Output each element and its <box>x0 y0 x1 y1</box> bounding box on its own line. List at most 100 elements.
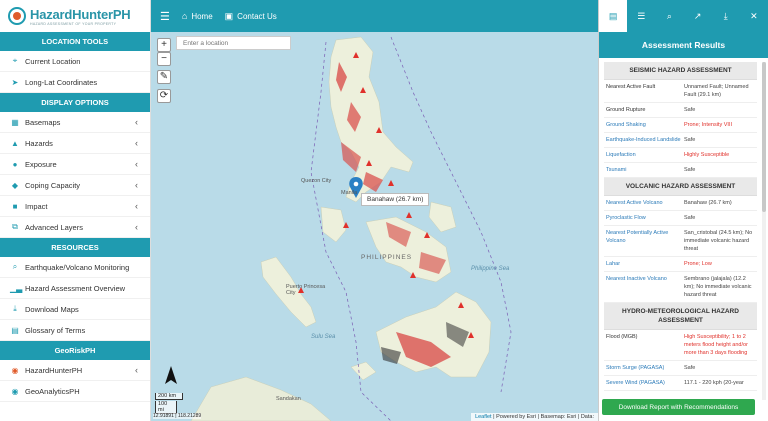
chart-icon: ↗ <box>693 10 702 21</box>
result-row: Nearest Active Volcano Banahaw (26.7 km) <box>604 196 757 211</box>
ruler-icon: ✎ <box>159 71 169 82</box>
result-label[interactable]: Lahar <box>606 260 684 268</box>
coping-icon: ◆ <box>11 180 19 190</box>
sidebar-item-label: Coping Capacity <box>25 180 81 190</box>
refresh-button[interactable]: ⟳ <box>157 89 171 103</box>
tab-download[interactable]: ⤓ <box>712 0 740 32</box>
sidebar-item-label: Advanced Layers <box>25 222 83 232</box>
contact-link[interactable]: ▣ Contact Us <box>225 11 277 22</box>
sidebar-item-coping-capacity[interactable]: ◆ Coping Capacity ‹ <box>0 175 150 196</box>
result-label[interactable]: Earthquake-Induced Landslide <box>606 136 684 144</box>
map-view[interactable]: Quezon City Manila PHILIPPINES Puerto Pr… <box>151 32 598 421</box>
result-value: Safe <box>684 167 696 173</box>
result-row: Nearest Active Fault Unnamed Fault; Unnam… <box>604 80 757 103</box>
home-link[interactable]: ⌂ Home <box>182 11 213 21</box>
map-label-puerto-princesa: Puerto Princesa City <box>286 284 326 296</box>
result-row: Pyroclastic Flow Safe <box>604 211 757 226</box>
results-panel: ▤ ☰ ⌕ ↗ ⤓ ✕ Assessment Results SEISMIC H… <box>598 0 768 421</box>
sidebar-item-glossary[interactable]: ▤ Glossary of Terms <box>0 320 150 341</box>
tab-list[interactable]: ☰ <box>627 0 655 32</box>
result-label[interactable]: Nearest Potentially Active Volcano <box>606 229 684 253</box>
result-row: Ground Rupture Safe <box>604 103 757 118</box>
map-label-sulu-sea: Sulu Sea <box>311 334 336 340</box>
result-label[interactable]: Liquefaction <box>606 151 684 159</box>
download-icon: ⤓ <box>723 10 728 21</box>
result-label: Flood (MGB) <box>606 334 638 340</box>
map-label-manila: Manila <box>341 190 358 196</box>
download-icon: ⤓ <box>13 304 17 313</box>
result-value: Safe <box>684 215 696 221</box>
sidebar-item-monitoring[interactable]: ⌕ Earthquake/Volcano Monitoring <box>0 257 150 278</box>
results-scrollbar[interactable] <box>762 62 766 400</box>
sidebar-item-label: Long-Lat Coordinates <box>25 77 98 87</box>
download-report-button[interactable]: Download Report with Recommendations <box>602 399 755 415</box>
menu-toggle-icon[interactable]: ☰ <box>160 10 170 23</box>
app-logo[interactable]: HazardHunterPH HAZARD ASSESSMENT OF YOUR… <box>0 0 150 32</box>
map-label-sandakan: Sandakan <box>276 396 301 402</box>
geoanalytics-logo-icon: ◉ <box>11 386 19 396</box>
sidebar-item-label: Hazards <box>25 138 53 148</box>
top-navbar: ☰ ⌂ Home ▣ Contact Us <box>151 0 598 32</box>
tab-chart[interactable]: ↗ <box>684 0 712 32</box>
result-row: Flood (MGB) High Susceptibility; 1 to 2 m… <box>604 330 757 361</box>
sidebar-item-label: Impact <box>25 201 48 211</box>
sidebar-item-overview[interactable]: ▁▃ Hazard Assessment Overview <box>0 278 150 299</box>
zoom-in-button[interactable]: + <box>157 38 171 52</box>
search-icon: ⌕ <box>12 262 18 271</box>
result-label[interactable]: Severe Wind (PAGASA) <box>606 379 684 387</box>
result-label[interactable]: Storm Surge (PAGASA) <box>606 364 684 372</box>
section-heading: HYDRO-METEOROLOGICAL HAZARD ASSESSMENT <box>604 303 757 330</box>
chart-icon: ▁▃ <box>10 283 23 293</box>
sidebar-item-hazardhunter[interactable]: ◉ HazardHunterPH ‹ <box>0 360 150 381</box>
result-label: Ground Rupture <box>606 107 646 113</box>
result-label[interactable]: Nearest Active Volcano <box>606 199 684 207</box>
chevron-left-icon: ‹ <box>135 138 138 148</box>
zoom-out-button[interactable]: − <box>157 52 171 66</box>
sidebar-item-impact[interactable]: ■ Impact ‹ <box>0 196 150 217</box>
map-label-philippines: PHILIPPINES <box>361 254 413 261</box>
tab-search[interactable]: ⌕ <box>655 0 683 32</box>
sidebar-item-advanced-layers[interactable]: ⧉ Advanced Layers ‹ <box>0 217 150 238</box>
sidebar-item-exposure[interactable]: ● Exposure ‹ <box>0 154 150 175</box>
result-row: Earthquake-Induced Landslide Safe <box>604 133 757 148</box>
result-value: Safe <box>684 365 696 371</box>
document-icon: ▤ <box>608 10 618 21</box>
sidebar-item-download-maps[interactable]: ⤓ Download Maps <box>0 299 150 320</box>
result-row: Liquefaction Highly Susceptible <box>604 148 757 163</box>
sidebar-item-label: Current Location <box>25 56 81 66</box>
map-label-quezon-city: Quezon City <box>301 178 332 184</box>
app: HazardHunterPH HAZARD ASSESSMENT OF YOUR… <box>0 0 768 421</box>
location-arrow-icon: ➤ <box>11 77 19 87</box>
map-basemap <box>190 36 512 421</box>
chevron-left-icon: ‹ <box>135 180 138 190</box>
coordinate-readout: 12.91891 | 118.21289 <box>153 413 202 419</box>
tab-report[interactable]: ▤ <box>599 0 628 32</box>
sidebar-item-label: Glossary of Terms <box>25 325 86 335</box>
scale-km: 200 km <box>155 393 183 400</box>
contact-icon: ▣ <box>224 10 234 21</box>
sidebar-item-geoanalytics[interactable]: ◉ GeoAnalyticsPH <box>0 381 150 402</box>
result-label[interactable]: Pyroclastic Flow <box>606 214 684 222</box>
result-label[interactable]: Tsunami <box>606 166 684 174</box>
result-row: Severe Wind (PAGASA) 117.1 - 220 kph (20-… <box>604 376 757 391</box>
crosshair-icon: ⌖ <box>12 56 18 65</box>
sidebar: HazardHunterPH HAZARD ASSESSMENT OF YOUR… <box>0 0 151 421</box>
result-row: Nearest Potentially Active Volcano San_cr… <box>604 226 757 257</box>
result-label[interactable]: Nearest Inactive Volcano <box>606 275 684 299</box>
close-panel-button[interactable]: ✕ <box>740 0 768 32</box>
result-label[interactable]: Ground Shaking <box>606 121 684 129</box>
location-search-input[interactable] <box>176 36 291 50</box>
sidebar-item-hazards[interactable]: ▲ Hazards ‹ <box>0 133 150 154</box>
assessment-results[interactable]: SEISMIC HAZARD ASSESSMENT Nearest Active … <box>604 62 757 400</box>
sidebar-item-long-lat[interactable]: ➤ Long-Lat Coordinates <box>0 72 150 93</box>
leaflet-link[interactable]: Leaflet <box>475 414 492 420</box>
home-icon: ⌂ <box>181 11 188 21</box>
measure-tool-button[interactable]: ✎ <box>157 70 171 84</box>
sidebar-item-basemaps[interactable]: ▦ Basemaps ‹ <box>0 112 150 133</box>
result-row: Tsunami Safe <box>604 163 757 178</box>
sidebar-item-current-location[interactable]: ⌖ Current Location <box>0 51 150 72</box>
map-label-philippine-sea: Philippine Sea <box>471 266 510 272</box>
section-heading: SEISMIC HAZARD ASSESSMENT <box>604 62 757 80</box>
result-value: Unnamed Fault; Unnamed Fault (29.1 km) <box>684 84 749 98</box>
map-attribution: Leaflet | Powered by Esri | Basemap: Esr… <box>471 413 598 421</box>
